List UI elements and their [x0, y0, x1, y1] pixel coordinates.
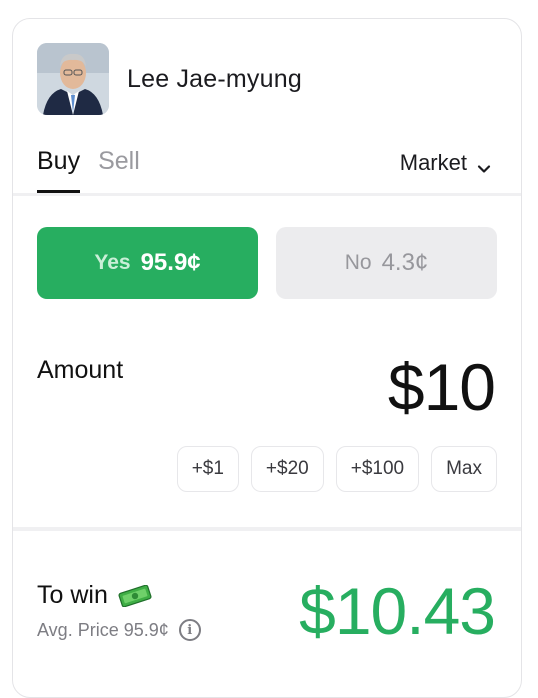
tabs-divider	[13, 193, 521, 196]
avatar	[37, 43, 109, 115]
market-header: Lee Jae-myung	[37, 43, 302, 115]
to-win-label: To win	[37, 581, 152, 610]
quick-amount-buttons: +$1 +$20 +$100 Max	[176, 446, 497, 492]
candidate-portrait-icon	[37, 43, 109, 115]
order-type-dropdown[interactable]: Market	[400, 150, 491, 176]
order-type-label: Market	[399, 150, 467, 175]
yes-label: Yes	[94, 251, 131, 274]
yes-button[interactable]: Yes 95.9¢	[37, 227, 258, 299]
max-button[interactable]: Max	[431, 446, 497, 492]
tab-buy[interactable]: Buy	[37, 147, 81, 193]
trade-card: Lee Jae-myung Buy Sell Market Yes 95.9¢ …	[12, 18, 522, 698]
avg-price: Avg. Price 95.9¢ i	[37, 619, 201, 641]
no-label: No	[344, 251, 372, 274]
add-20-button[interactable]: +$20	[250, 446, 324, 492]
to-win-text: To win	[37, 581, 108, 609]
chevron-down-icon	[477, 156, 491, 173]
money-icon	[118, 584, 152, 607]
yes-price: 95.9¢	[140, 249, 201, 276]
amount-input[interactable]: $10	[388, 349, 496, 425]
avg-price-text: Avg. Price 95.9¢	[37, 619, 169, 640]
no-price: 4.3¢	[381, 249, 429, 276]
amount-label: Amount	[37, 356, 124, 384]
info-icon[interactable]: i	[178, 619, 201, 641]
outcome-selector: Yes 95.9¢ No 4.3¢	[37, 227, 497, 299]
trade-tabs: Buy Sell	[37, 147, 158, 193]
tab-sell[interactable]: Sell	[98, 147, 140, 190]
no-button[interactable]: No 4.3¢	[276, 227, 497, 299]
to-win-value: $10.43	[299, 574, 496, 648]
add-100-button[interactable]: +$100	[335, 446, 420, 492]
market-title: Lee Jae-myung	[127, 64, 302, 93]
add-1-button[interactable]: +$1	[176, 446, 239, 492]
amount-divider	[13, 527, 521, 531]
